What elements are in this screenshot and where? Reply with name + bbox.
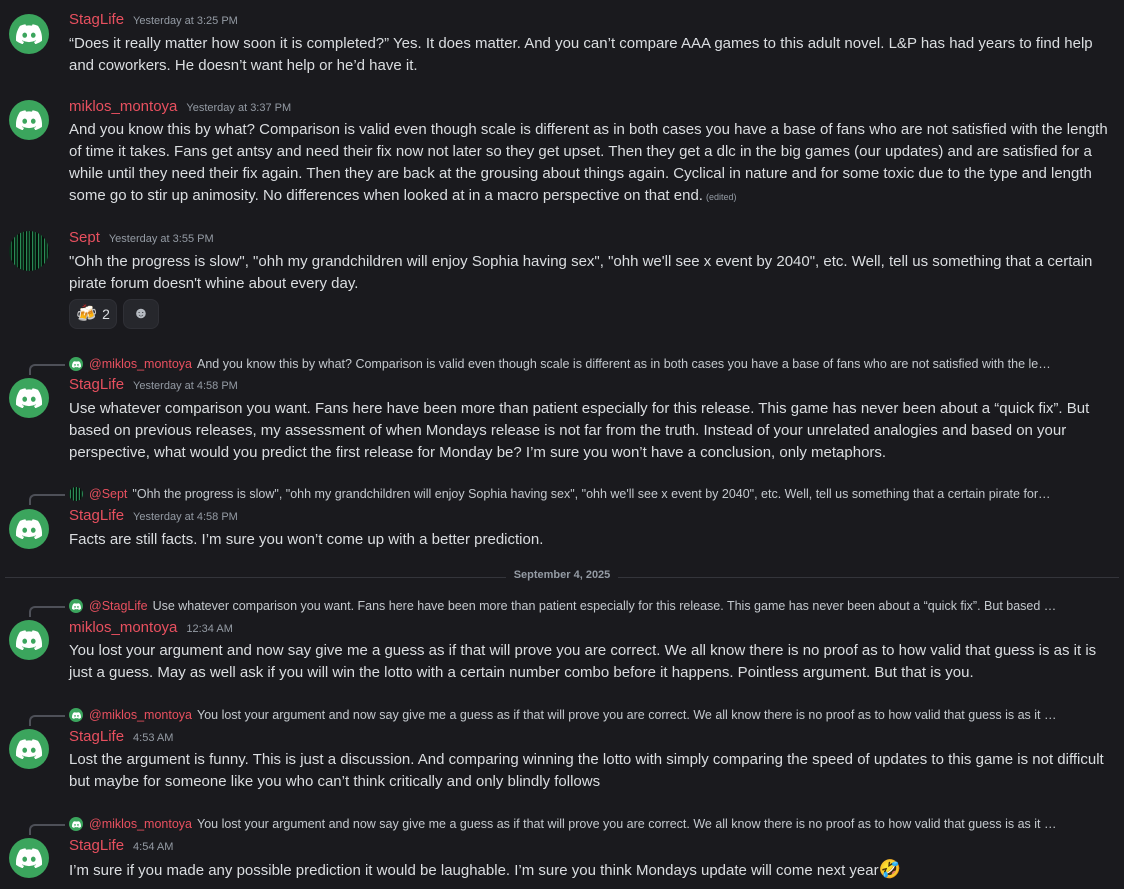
timestamp: 4:53 AM <box>133 732 174 744</box>
reply-text[interactable]: Use whatever comparison you want. Fans h… <box>153 599 1103 613</box>
reply-mention[interactable]: @miklos_montoya <box>89 357 192 371</box>
discord-logo-icon <box>72 712 81 719</box>
discord-logo-icon <box>16 24 42 44</box>
reply-spine <box>29 364 65 375</box>
avatar[interactable] <box>9 620 49 660</box>
username[interactable]: StagLife <box>69 728 124 745</box>
reply-preview[interactable]: @StagLife Use whatever comparison you wa… <box>0 597 1124 617</box>
add-reaction-icon: ☻ <box>132 305 150 322</box>
rofl-emoji: 🤣 <box>878 859 902 879</box>
reply-text[interactable]: "Ohh the progress is slow", "ohh my gran… <box>132 487 1082 501</box>
avatar[interactable] <box>9 729 49 769</box>
reply-mention[interactable]: @StagLife <box>89 599 148 613</box>
avatar[interactable] <box>9 838 49 878</box>
reply-spine <box>29 824 65 835</box>
discord-logo-icon <box>72 361 81 368</box>
username[interactable]: miklos_montoya <box>69 619 177 636</box>
reply-preview[interactable]: @miklos_montoya You lost your argument a… <box>0 706 1124 726</box>
reply-text[interactable]: You lost your argument and now say give … <box>197 708 1124 722</box>
date-divider-label: September 4, 2025 <box>505 569 619 581</box>
discord-logo-icon <box>16 388 42 408</box>
reply-avatar <box>69 708 83 722</box>
message-content: Facts are still facts. I’m sure you won’… <box>69 531 544 548</box>
message-content: “Does it really matter how soon it is co… <box>69 35 1093 74</box>
reactions-bar: 🍻 2 ☻ <box>69 299 159 329</box>
discord-logo-icon <box>72 603 81 610</box>
reply-preview[interactable]: @miklos_montoya And you know this by wha… <box>0 355 1124 375</box>
date-divider: September 4, 2025 <box>0 569 1124 581</box>
beer-mugs-emoji: 🍻 <box>76 304 98 323</box>
username[interactable]: StagLife <box>69 507 124 524</box>
avatar[interactable] <box>9 100 49 140</box>
add-reaction-button[interactable]: ☻ <box>122 299 159 329</box>
message-content: Lost the argument is funny. This is just… <box>69 751 1104 790</box>
username[interactable]: StagLife <box>69 11 124 28</box>
username[interactable]: miklos_montoya <box>69 98 177 115</box>
timestamp: Yesterday at 3:25 PM <box>133 15 238 27</box>
reply-preview[interactable]: @miklos_montoya You lost your argument a… <box>0 815 1124 835</box>
timestamp: 12:34 AM <box>186 623 233 635</box>
reply-avatar <box>69 487 83 501</box>
avatar[interactable] <box>9 231 49 271</box>
message-content: Use whatever comparison you want. Fans h… <box>69 400 1090 461</box>
timestamp: 4:54 AM <box>133 841 174 853</box>
discord-logo-icon <box>72 821 81 828</box>
timestamp: Yesterday at 3:37 PM <box>186 102 292 114</box>
reply-spine <box>29 494 65 505</box>
timestamp: Yesterday at 4:58 PM <box>133 511 238 523</box>
reply-spine <box>29 606 65 617</box>
message-content: And you know this by what? Comparison is… <box>69 119 1109 208</box>
message-text: I’m sure if you made any possible predic… <box>69 862 879 879</box>
discord-logo-icon <box>16 739 42 759</box>
avatar[interactable] <box>9 14 49 54</box>
reply-text[interactable]: You lost your argument and now say give … <box>197 817 1124 831</box>
timestamp: Yesterday at 3:55 PM <box>108 233 214 245</box>
edited-indicator: (edited) <box>705 192 737 202</box>
reply-mention[interactable]: @miklos_montoya <box>89 708 192 722</box>
discord-logo-icon <box>16 848 42 868</box>
message-text: And you know this by what? Comparison is… <box>69 121 1108 204</box>
message-content: I’m sure if you made any possible predic… <box>69 858 1109 882</box>
discord-logo-icon <box>16 110 42 130</box>
timestamp: Yesterday at 4:58 PM <box>133 380 238 392</box>
username[interactable]: StagLife <box>69 837 124 854</box>
reply-mention[interactable]: @Sept <box>89 487 127 501</box>
reply-spine <box>29 715 65 726</box>
reply-mention[interactable]: @miklos_montoya <box>89 817 192 831</box>
reply-text[interactable]: And you know this by what? Comparison is… <box>197 357 1124 371</box>
reaction-count: 2 <box>102 306 110 322</box>
reply-avatar <box>69 357 83 371</box>
reply-avatar <box>69 817 83 831</box>
reply-avatar <box>69 599 83 613</box>
username[interactable]: StagLife <box>69 376 124 393</box>
reaction-beer[interactable]: 🍻 2 <box>69 299 117 329</box>
message-content: "Ohh the progress is slow", "ohh my gran… <box>69 253 1093 292</box>
discord-logo-icon <box>16 630 42 650</box>
avatar[interactable] <box>9 378 49 418</box>
reply-preview[interactable]: @Sept "Ohh the progress is slow", "ohh m… <box>0 485 1124 505</box>
discord-logo-icon <box>16 519 42 539</box>
avatar[interactable] <box>9 509 49 549</box>
message-content: You lost your argument and now say give … <box>69 642 1097 681</box>
username[interactable]: Sept <box>69 229 100 246</box>
